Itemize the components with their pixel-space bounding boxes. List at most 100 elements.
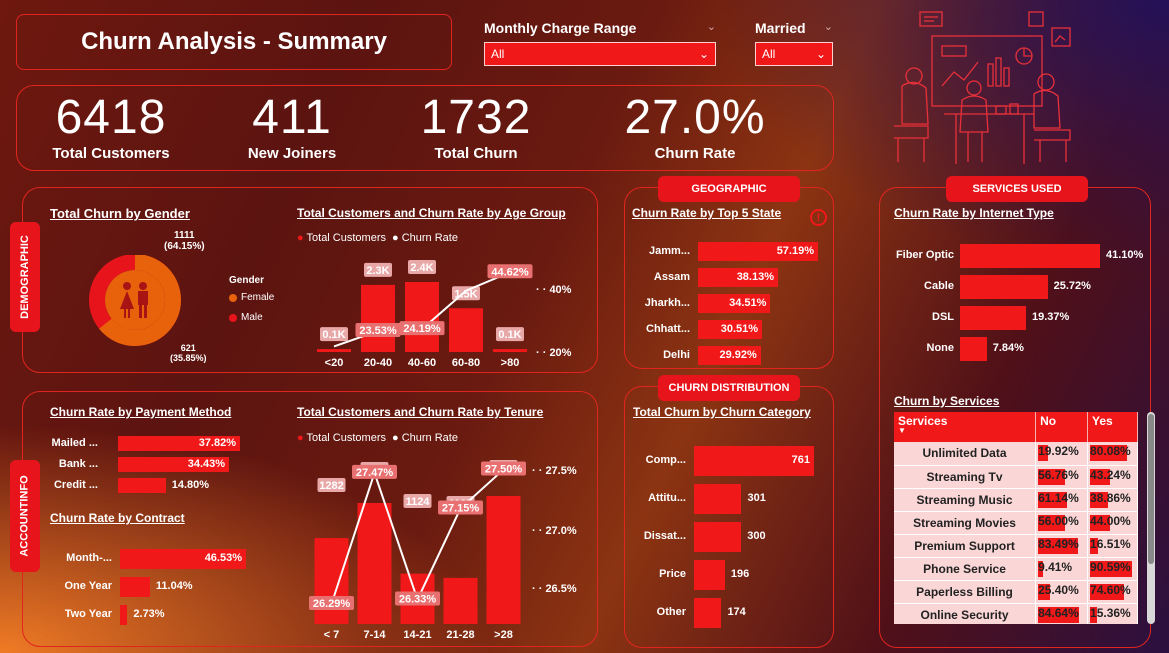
scrollbar-thumb[interactable] — [1148, 414, 1154, 564]
kpi-churn-rate: 27.0% Churn Rate — [620, 90, 770, 162]
kpi-value: 27.0% — [624, 91, 766, 144]
column-header-services-label: Services — [898, 414, 948, 428]
bar-category-label: Assam — [653, 270, 690, 283]
married-slicer-value: All — [762, 47, 776, 61]
bar-category-label: DSL — [932, 311, 954, 323]
contract-bar-chart: Month-... 46.53% One Year 11.04% Two Year 2.7… — [40, 546, 290, 630]
male-icon-body — [138, 291, 148, 305]
bar — [120, 605, 128, 625]
kpi-label: Total Customers — [52, 145, 170, 162]
services-table-scrollbar[interactable] — [1147, 412, 1155, 624]
cell-bar: 19.92% — [1036, 444, 1087, 462]
tenure-chart-legend: ● Total Customers ● Churn Rate — [297, 432, 458, 444]
service-yes-cell: 15.36% — [1087, 603, 1138, 624]
bar-data-label: 301 — [747, 492, 766, 504]
bar — [694, 522, 742, 552]
legend-female: Female — [229, 292, 274, 303]
chevron-down-icon[interactable]: ⌄ — [824, 20, 833, 36]
chevron-down-icon[interactable]: ⌄ — [707, 20, 716, 36]
kpi-value: 1732 — [420, 91, 532, 144]
bar-category-label: Delhi — [663, 348, 690, 361]
service-name-cell: Phone Service — [894, 557, 1037, 581]
bar-category-label: Bank ... — [58, 457, 98, 470]
payment-chart-title: Churn Rate by Payment Method — [50, 405, 232, 419]
service-no-cell: 9.41% — [1035, 557, 1089, 581]
geographic-section-text: GEOGRAPHIC — [691, 183, 767, 195]
male-icon-head — [139, 282, 147, 290]
bar-category-label: Two Year — [64, 608, 112, 620]
kpi-label: New Joiners — [247, 145, 337, 162]
cell-value: 56.00% — [1038, 513, 1079, 528]
bar — [960, 275, 1048, 299]
table-row[interactable]: Streaming Music 61.14% 38.86% — [894, 488, 1138, 512]
bar — [361, 284, 395, 352]
services-table-container[interactable]: Services ▼ No Yes Unlimited Data 19.92% 80.… — [894, 412, 1138, 624]
kpi-label: Total Churn — [434, 145, 518, 162]
bar-data-label: 57.19% — [776, 244, 814, 257]
kpi-value: 411 — [252, 91, 332, 144]
service-name-cell: Online Security — [894, 603, 1037, 624]
cell-bar: 15.36% — [1088, 606, 1137, 624]
male-legend-dot — [229, 313, 237, 322]
service-no-cell: 56.00% — [1035, 511, 1089, 535]
service-yes-cell: 16.51% — [1087, 534, 1138, 558]
tenure-chart-title: Total Customers and Churn Rate by Tenure — [297, 405, 544, 419]
line-data-label: 27.15% — [442, 502, 480, 514]
service-yes-cell: 38.86% — [1087, 488, 1138, 512]
married-slicer-dropdown[interactable]: All ⌄ — [755, 42, 833, 66]
legend-line-label: Churn Rate — [401, 232, 458, 244]
internet-chart-title: Churn Rate by Internet Type — [894, 206, 1054, 220]
demographic-section-text: DEMOGRAPHIC — [19, 235, 32, 319]
table-row[interactable]: Streaming Movies 56.00% 44.00% — [894, 511, 1138, 535]
tenure-combo-chart: 1282< 714387-14112414-21110521-281469>28… — [309, 460, 577, 641]
age-chart-legend: ● Total Customers ● Churn Rate — [297, 232, 458, 244]
bar-data-label: 761 — [791, 454, 810, 466]
table-row[interactable]: Phone Service 9.41% 90.59% — [894, 557, 1138, 581]
bar-category-label: Comp... — [645, 454, 686, 466]
charge-slicer[interactable]: Monthly Charge Range ⌄ All ⌄ — [484, 20, 716, 66]
married-slicer-label: Married — [755, 20, 806, 36]
column-header-services[interactable]: Services ▼ — [894, 412, 1037, 442]
service-no-cell: 56.76% — [1035, 465, 1089, 489]
category-chart-title: Total Churn by Churn Category — [633, 405, 811, 419]
bar-category-label: Jharkh... — [644, 296, 690, 309]
service-name-cell: Streaming Music — [894, 488, 1037, 512]
cell-bar: 16.51% — [1088, 537, 1137, 555]
charge-slicer-dropdown[interactable]: All ⌄ — [484, 42, 716, 66]
cell-bar: 43.24% — [1088, 468, 1137, 486]
column-header-yes[interactable]: Yes — [1087, 412, 1138, 442]
service-no-cell: 25.40% — [1035, 580, 1089, 604]
married-slicer[interactable]: Married ⌄ All ⌄ — [755, 20, 833, 66]
bar-data-label: 7.84% — [992, 342, 1024, 354]
page-title-text: Churn Analysis - Summary — [81, 28, 387, 55]
table-row[interactable]: Unlimited Data 19.92% 80.08% — [894, 442, 1138, 466]
cell-bar: 80.08% — [1088, 444, 1137, 462]
cell-value: 80.08% — [1090, 444, 1131, 459]
cell-value: 19.92% — [1038, 444, 1079, 459]
charge-slicer-label: Monthly Charge Range — [484, 20, 637, 36]
bar-data-label: 30.51% — [720, 322, 759, 335]
bar-data-label: 174 — [727, 606, 746, 618]
table-row[interactable]: Premium Support 83.49% 16.51% — [894, 534, 1138, 558]
cell-bar: 38.86% — [1088, 491, 1137, 509]
bar-data-label: 14.80% — [171, 478, 210, 491]
line-data-label: 26.29% — [313, 598, 351, 610]
cell-bar: 84.64% — [1036, 606, 1087, 624]
sort-desc-icon[interactable]: ▼ — [898, 427, 1031, 435]
male-count: 621 — [180, 343, 196, 353]
table-row[interactable]: Online Security 84.64% 15.36% — [894, 603, 1138, 624]
bar — [960, 337, 987, 361]
legend-female-label: Female — [241, 292, 275, 303]
cell-bar: 83.49% — [1036, 537, 1087, 555]
secondary-axis-tick-label: · · 27.0% — [532, 525, 577, 537]
cell-bar: 9.41% — [1036, 560, 1087, 578]
table-row[interactable]: Streaming Tv 56.76% 43.24% — [894, 465, 1138, 489]
table-row[interactable]: Paperless Billing 25.40% 74.60% — [894, 580, 1138, 604]
cell-value: 9.41% — [1038, 559, 1073, 574]
info-icon[interactable]: ! — [810, 209, 827, 226]
column-header-no[interactable]: No — [1035, 412, 1089, 442]
secondary-axis-tick-label: · · 40% — [536, 284, 572, 296]
male-data-label: 621 (35.85%) — [170, 343, 207, 363]
bar-category-label: Credit ... — [53, 478, 98, 491]
x-tick-label: >80 — [501, 357, 520, 369]
